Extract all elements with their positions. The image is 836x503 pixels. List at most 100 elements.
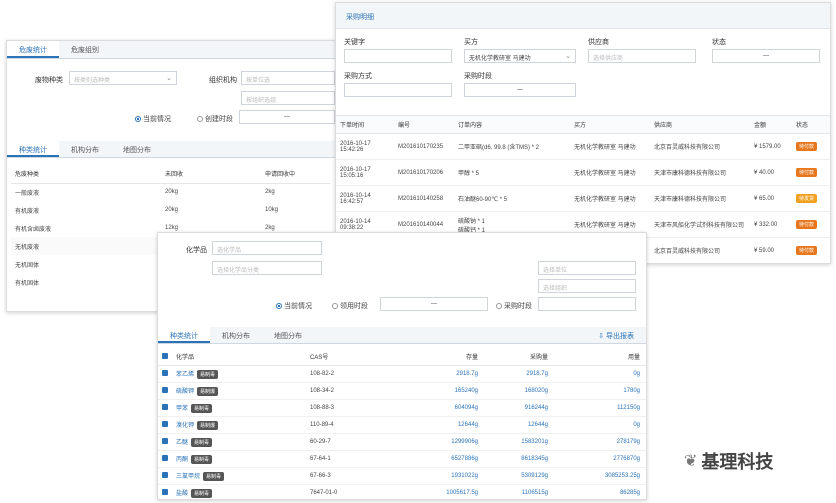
radio-created[interactable]: 创建时段: [197, 114, 233, 124]
row-checkbox-cell[interactable]: [158, 365, 172, 382]
supplier-cell: 天津市康科德科技有限公司: [654, 171, 727, 177]
table-cell: 有机固体: [15, 280, 40, 287]
export-report-button[interactable]: ⇩ 导出报表: [586, 327, 646, 343]
status-badge[interactable]: 待付款: [796, 220, 818, 229]
status-badge[interactable]: 待发货: [796, 194, 818, 203]
unit-select[interactable]: 选择单位: [538, 261, 636, 275]
org-label: 组织机构: [209, 77, 237, 84]
tab-chem-map[interactable]: 地图分布: [262, 327, 314, 343]
col-buyer: 买方: [574, 123, 587, 129]
supplier-select[interactable]: 选择供应商: [588, 49, 696, 63]
tab-chem-species[interactable]: 种类统计: [158, 327, 210, 343]
purchase-cell: 1583201g: [521, 438, 548, 445]
chemical-name[interactable]: 丙酮: [176, 457, 188, 463]
table-row[interactable]: 丙酮 易制毒 67-64-1 6527886g 8618345g 2776870g: [158, 450, 646, 467]
purchase-cell: 1106515g: [521, 489, 548, 496]
table-row[interactable]: 2016-10-14 16:42:57 M201610140258 石油醚60-90℃…: [336, 186, 830, 212]
row-checkbox-cell[interactable]: [158, 450, 172, 467]
radio-usage[interactable]: 领用时段: [332, 301, 368, 311]
chemical-name[interactable]: 盐酸: [176, 491, 188, 497]
stock-cell: 1005617.5g: [446, 489, 478, 496]
chemical-name[interactable]: 苯乙烯: [176, 372, 194, 378]
col-usage: 用量: [627, 355, 640, 362]
method-select[interactable]: [344, 83, 452, 97]
watermark: ❦ 基理科技: [684, 448, 773, 474]
supplier-cell: 天津市风船化学试剂科技有限公司: [654, 223, 745, 229]
tab-waste-group[interactable]: 危废组别: [59, 41, 111, 58]
chemical-stats-panel: 化学品 选化学品 选择化学品分类 选择单位 选择组织 当前情况 领用时段 — 采…: [157, 232, 647, 500]
chem-label: 化学品: [186, 247, 207, 254]
col-status: 状态: [796, 123, 809, 129]
period-input[interactable]: —: [464, 83, 576, 97]
row-checkbox-cell[interactable]: [158, 433, 172, 450]
watermark-text: 基理科技: [701, 452, 774, 472]
usage-cell: 3085253.25g: [604, 472, 640, 479]
status-badge[interactable]: 待付款: [796, 142, 818, 151]
status-cell: 待付款: [792, 160, 830, 186]
buyer-select[interactable]: 无机化学教研室 马建功 ⌄: [464, 49, 576, 63]
tab-chem-org[interactable]: 机构分布: [210, 327, 262, 343]
status-badge[interactable]: 待付款: [796, 246, 818, 255]
tab-map-distribution[interactable]: 地图分布: [111, 141, 163, 157]
table-row[interactable]: 2016-10-17 15:05:16 M201610170206 甲醇 * 5 无机化…: [336, 160, 830, 186]
header-checkbox-cell[interactable]: [158, 349, 172, 365]
row-checkbox-cell[interactable]: [158, 399, 172, 416]
table-row[interactable]: 溴化钾 易制爆 110-89-4 12644g 12644g 0g: [158, 416, 646, 433]
table-row[interactable]: 硫酸钾 易制爆 108-34-2 165240g 168020g 1780g: [158, 382, 646, 399]
order-content-cell: 石油醚60-90℃ * 5: [454, 186, 570, 212]
chemical-name[interactable]: 三氯甲烷: [176, 474, 200, 480]
row-checkbox-cell[interactable]: [158, 467, 172, 484]
group-select[interactable]: 选择组织: [538, 279, 636, 293]
chemical-name[interactable]: 硫酸钾: [176, 389, 194, 395]
radio-on-icon: [135, 116, 141, 123]
chemical-name-cell: 苯乙烯 易制毒: [172, 365, 306, 382]
table-cell: 20kg: [165, 207, 179, 213]
chem-category-select[interactable]: 选择化学品分类: [212, 261, 322, 275]
table-cell: 10kg: [265, 207, 279, 213]
org-group-select[interactable]: 按组织选组: [241, 91, 335, 105]
chemical-name[interactable]: 溴化钾: [176, 423, 194, 429]
supplier-label: 供应商: [588, 39, 609, 46]
table-row[interactable]: 盐酸 易制毒 7647-01-0 1005617.5g 1106515g 86285g: [158, 484, 646, 499]
table-row[interactable]: 苯乙烯 易制毒 108-82-2 2918.7g 2918.7g 0g: [158, 365, 646, 382]
radio-purchase[interactable]: 采购时段: [496, 301, 532, 311]
status-select[interactable]: —: [712, 49, 820, 63]
status-label: 状态: [712, 39, 726, 46]
cas-cell: 7647-01-0: [310, 489, 338, 496]
usage-range-input[interactable]: —: [380, 297, 488, 311]
status-badge[interactable]: 待付款: [796, 168, 818, 177]
chemical-name-cell: 溴化钾 易制爆: [172, 416, 306, 433]
tab-species-stats[interactable]: 种类统计: [7, 141, 59, 157]
order-clock: 16:42:57: [340, 198, 364, 205]
row-checkbox-cell[interactable]: [158, 484, 172, 499]
chemical-name-cell: 乙醚 易制毒: [172, 433, 306, 450]
order-clock: 15:05:16: [340, 172, 364, 179]
created-range-input[interactable]: —: [239, 110, 335, 124]
checkbox-icon: [162, 438, 168, 445]
table-row[interactable]: 甲苯 易制毒 108-88-3 604094g 916244g 112150g: [158, 399, 646, 416]
keyword-input[interactable]: [344, 49, 452, 63]
period-label: 采购时段: [464, 73, 492, 80]
order-time-cell: 2016-10-17 15:05:16: [336, 160, 394, 186]
chem-select[interactable]: 选化学品: [212, 241, 322, 255]
org-select[interactable]: 按单位选: [241, 71, 335, 85]
order-time-cell: 2016-10-17 15:42:26: [336, 134, 394, 160]
tab-org-distribution[interactable]: 机构分布: [59, 141, 111, 157]
tab-waste-stats[interactable]: 危废统计: [7, 41, 59, 58]
chemical-name[interactable]: 甲苯: [176, 406, 188, 412]
order-content-line: 二甲亚砜(d6, 99.8 (含TMS) * 2: [458, 145, 540, 151]
row-checkbox-cell[interactable]: [158, 416, 172, 433]
col-waste-species: 危废种类: [15, 172, 40, 179]
chemical-name[interactable]: 乙醚: [176, 440, 188, 446]
species-select[interactable]: 按类别选种类 ⌄: [69, 71, 177, 85]
table-row[interactable]: 乙醚 易制毒 60-29-7 1299906g 1583201g 278179g: [158, 433, 646, 450]
table-row[interactable]: 三氯甲烷 易制毒 67-66-3 1931022g 5309129g 3085253.25…: [158, 467, 646, 484]
purchase-range-input[interactable]: [538, 297, 636, 311]
table-row[interactable]: 2016-10-17 15:42:26 M201610170235 二甲亚砜(d6, …: [336, 134, 830, 160]
radio-current[interactable]: 当前情况: [135, 114, 171, 124]
chemical-name-cell: 三氯甲烷 易制毒: [172, 467, 306, 484]
radio-chem-current[interactable]: 当前情况: [276, 301, 312, 311]
purchase-header: 采购明细: [336, 3, 830, 29]
amount-cell: ¥ 332.00: [754, 221, 778, 228]
row-checkbox-cell[interactable]: [158, 382, 172, 399]
